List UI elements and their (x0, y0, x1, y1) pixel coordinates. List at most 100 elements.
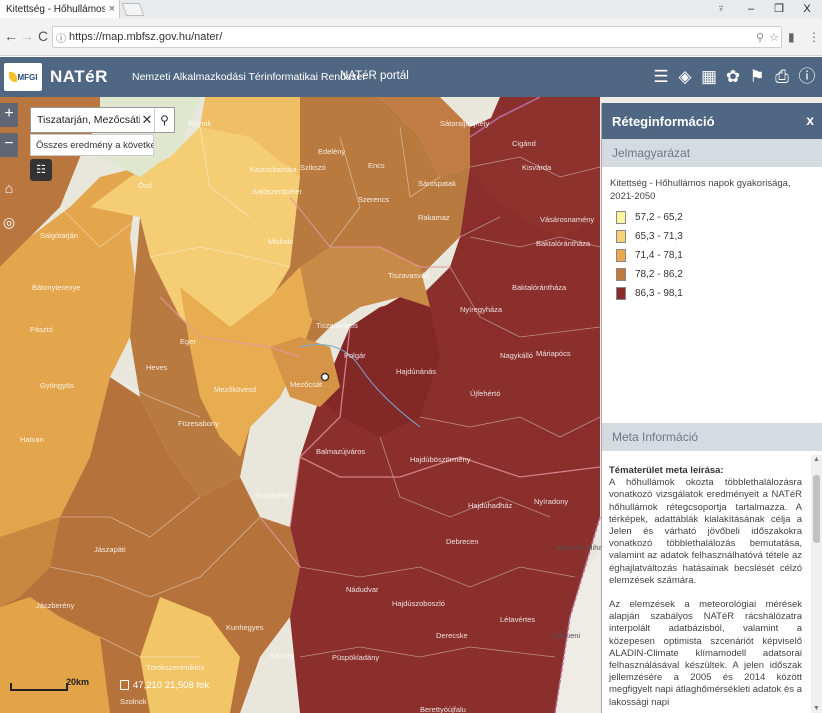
place-label: Nagykálló (500, 351, 533, 360)
legend-item: 86,3 - 98,1 (610, 285, 814, 301)
tab-close-icon[interactable]: × (105, 3, 119, 15)
scale-label: 20km (66, 677, 90, 687)
place-label: Kazincbarcika (250, 165, 297, 174)
place-label: Eger (180, 337, 196, 346)
app-header: MFGI NATéR Nemzeti Alkalmazkodási Térinf… (0, 57, 822, 97)
legend-item: 57,2 - 65,2 (610, 209, 814, 225)
clear-search-icon[interactable]: ✕ (140, 112, 154, 128)
globe-icon[interactable]: ✿ (722, 66, 744, 88)
print-icon[interactable]: ⎙ (771, 66, 793, 88)
legend: Kitettség - Hőhullámos napok gyakorisága… (602, 167, 822, 423)
place-label: Rakamaz (418, 213, 450, 222)
location-search: ✕ ⚲ (30, 107, 175, 133)
place-label: Heves (146, 363, 168, 372)
place-label: Putnok (188, 119, 212, 128)
meta-heading: Tématerület meta leírása: (609, 465, 724, 476)
legend-label: 78,2 - 86,2 (635, 268, 683, 280)
search-icon[interactable]: ⚲ (154, 108, 174, 132)
place-label: Derecske (436, 631, 468, 640)
address-bar[interactable]: ⓘ https://map.mbfsz.gov.hu/nater/ ⚲ ☆ (52, 26, 782, 48)
panel-close-button[interactable]: x (806, 112, 814, 128)
app-title: NATéR (50, 67, 108, 86)
close-window-button[interactable]: X (794, 0, 820, 18)
browser-tab[interactable]: Kitettség - Hőhullámos n × (0, 0, 120, 18)
meta-description: Tématerület meta leírása: A hőhullámok o… (602, 455, 810, 713)
scale-bar (10, 683, 68, 691)
info-icon[interactable]: ⓘ (796, 66, 818, 88)
panel-title: Réteginformáció (612, 114, 715, 129)
place-label: Létavértes (500, 615, 536, 624)
place-label: Hajdúszoboszló (392, 599, 445, 608)
info-circle-icon[interactable]: ⓘ (53, 30, 69, 45)
scroll-down-icon[interactable]: ▼ (811, 705, 822, 712)
place-label: Nádudvar (346, 585, 379, 594)
place-label: Edelény (318, 147, 346, 156)
zoom-in-button[interactable]: + (0, 103, 18, 127)
location-marker (320, 372, 330, 382)
legend-swatch (616, 229, 626, 243)
legend-item: 71,4 - 78,1 (610, 247, 814, 263)
legend-swatch (616, 267, 626, 281)
place-label: Füzesabony (178, 419, 219, 428)
scroll-up-icon[interactable]: ▲ (811, 456, 822, 463)
logo-leaf-icon (8, 72, 17, 82)
place-label: Ózd (138, 181, 152, 190)
meta-section-header[interactable]: Meta Információ (602, 423, 822, 451)
place-label: Tiszavasvári (388, 271, 430, 280)
place-label: Debrecen (446, 537, 479, 546)
place-label: Jászberény (36, 601, 75, 610)
meta-scrollbar[interactable]: ▲ ▼ (811, 455, 822, 713)
extension-icon[interactable]: ▮ (788, 30, 795, 44)
tab-title: Kitettség - Hőhullámos n (6, 3, 105, 15)
portal-link[interactable]: NATéR portál (340, 70, 409, 82)
menu-dots-icon[interactable]: ⋮ (808, 30, 820, 44)
legend-swatch (616, 286, 626, 300)
place-label: Hajdúnánás (396, 367, 437, 376)
place-label: Gyöngyös (40, 381, 74, 390)
new-tab-button[interactable] (121, 3, 145, 16)
bookmark-star-icon[interactable]: ☆ (767, 31, 781, 44)
minimize-button[interactable]: – (738, 0, 764, 18)
location-permission-icon[interactable]: ⚲ (753, 31, 767, 44)
zoom-out-button[interactable]: − (0, 133, 18, 157)
layer-toggle-icon[interactable]: ☷ (30, 159, 52, 181)
account-icon[interactable]: ⍤ (708, 0, 734, 18)
legend-swatch (616, 248, 626, 262)
search-input[interactable] (31, 114, 140, 126)
scroll-thumb[interactable] (813, 475, 820, 543)
browser-toolbar: ← → C ⓘ https://map.mbfsz.gov.hu/nater/ … (0, 18, 822, 56)
reload-icon[interactable]: C (34, 28, 52, 44)
list-icon[interactable]: ☰ (650, 66, 672, 88)
place-label: Kisvárda (522, 163, 552, 172)
mfgi-logo[interactable]: MFGI (4, 63, 42, 91)
locate-icon[interactable]: ◎ (0, 211, 18, 233)
layers-icon[interactable]: ◈ (674, 66, 696, 88)
place-label: Tiszaújváros (316, 321, 358, 330)
place-label: Balmazújváros (316, 447, 366, 456)
place-label: Nyíradony (534, 497, 569, 506)
place-label: Karcag (270, 651, 294, 660)
place-label: Törökszentmiklós (146, 663, 205, 672)
bookmark-icon[interactable]: ⚑ (746, 66, 768, 88)
place-label: Hajdúböszörmény (410, 455, 471, 464)
search-all-results-link[interactable]: Összes eredmény a követke... (30, 134, 154, 156)
place-label: Baktalórántháza (536, 239, 591, 248)
place-label: Hatvan (20, 435, 44, 444)
place-label: Szolnok (120, 697, 147, 706)
maximize-button[interactable]: ❐ (766, 0, 792, 18)
app-subtitle-link[interactable]: Nemzeti Alkalmazkodási Térinformatikai R… (132, 71, 366, 83)
place-label: Püspökladány (332, 653, 380, 662)
place-label: Sátoraljaújhely (440, 119, 490, 128)
place-label: Sárospatak (418, 179, 456, 188)
legend-label: 71,4 - 78,1 (635, 249, 683, 261)
legend-label: 86,3 - 98,1 (635, 287, 683, 299)
home-icon[interactable]: ⌂ (0, 177, 18, 199)
legend-section-header[interactable]: Jelmagyarázat (602, 139, 822, 167)
place-label: Szikszó (300, 163, 326, 172)
legend-label: 65,3 - 71,3 (635, 230, 683, 242)
legend-title: Kitettség - Hőhullámos napok gyakorisága… (610, 178, 791, 202)
place-label: Bátonyterenye (32, 283, 81, 292)
grid-icon[interactable]: ▦ (698, 66, 720, 88)
place-label: Nyíregyháza (460, 305, 503, 314)
place-label: Vásárosnamény (540, 215, 595, 224)
